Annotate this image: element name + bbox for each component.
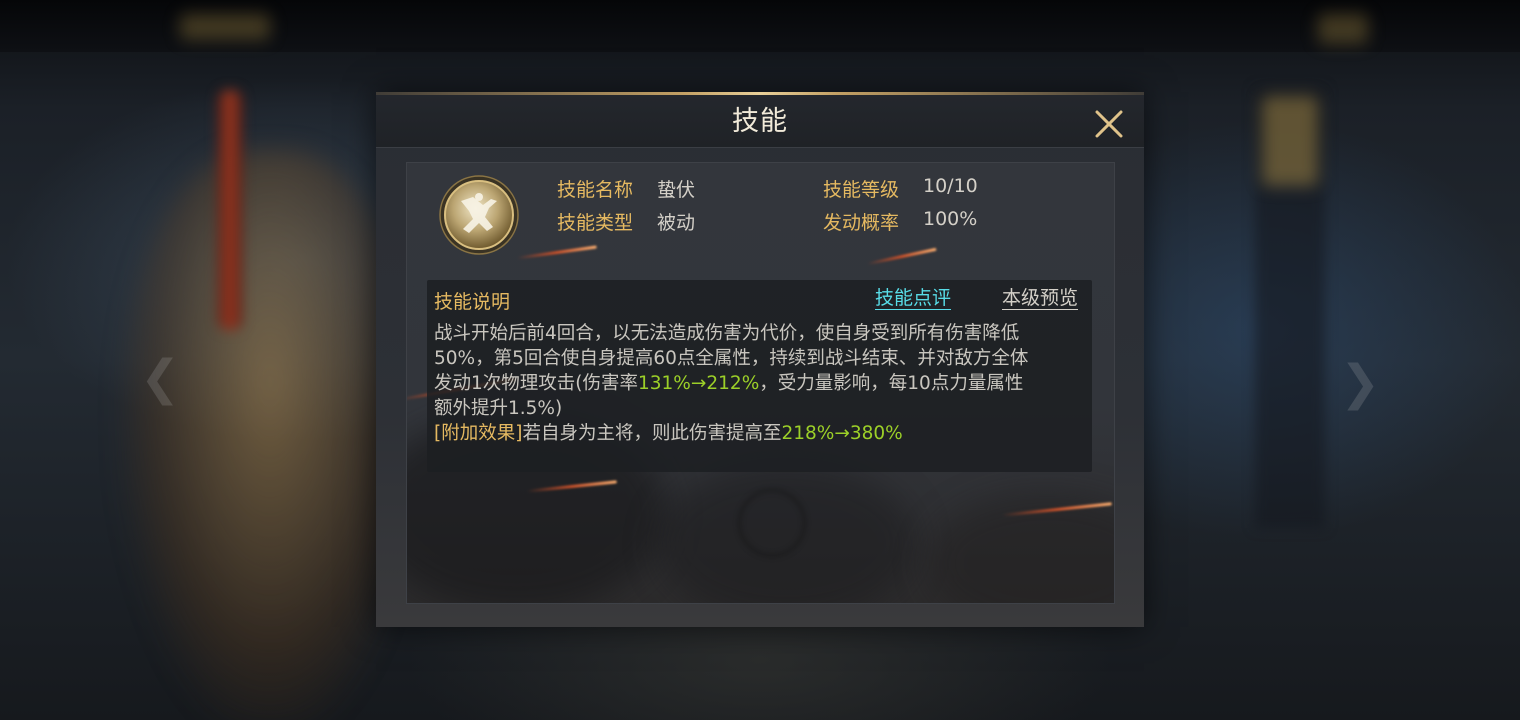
description-line: 50%，第5回合使自身提高60点全属性，持续到战斗结束、并对敌方全体 <box>434 348 1029 369</box>
skill-dialog: 技能 技能名称 蛰伏 技能等级 10/10 技能类型 被动 发动概率 100% … <box>376 92 1144 627</box>
ember-streak <box>867 247 937 266</box>
skill-name-value: 蛰伏 <box>657 179 696 201</box>
skill-level-label: 技能等级 <box>823 179 900 201</box>
skill-type-label: 技能类型 <box>557 212 634 234</box>
background-left-arrow-icon: ❮ <box>140 350 181 406</box>
skill-description-box: 技能说明 技能点评 本级预览 战斗开始后前4回合，以无法造成伤害为代价，使自身受… <box>427 280 1092 472</box>
description-line: 额外提升1.5%) <box>434 398 563 419</box>
dialog-top-gold-border <box>376 92 1144 95</box>
description-text-segment: ，受力量影响，每10点力量属性 <box>759 373 1024 394</box>
description-line: 战斗开始后前4回合，以无法造成伤害为代价，使自身受到所有伤害降低 <box>434 323 1020 344</box>
cart-wheel-silhouette <box>737 488 807 558</box>
dodge-figure-skill-icon <box>439 175 519 255</box>
description-line: [附加效果]若自身为主将，则此伤害提高至218%→380% <box>434 421 1084 446</box>
dialog-title: 技能 <box>732 106 788 136</box>
trigger-rate-label: 发动概率 <box>823 212 900 234</box>
description-text: 战斗开始后前4回合，以无法造成伤害为代价，使自身受到所有伤害降低 50%，第5回… <box>434 321 1084 446</box>
description-header: 技能说明 <box>434 291 511 313</box>
skill-content-panel: 技能名称 蛰伏 技能等级 10/10 技能类型 被动 发动概率 100% 技能说… <box>406 162 1115 604</box>
description-text-segment: 发动1次物理攻击(伤害率 <box>434 373 638 394</box>
background-banner-pole <box>218 90 242 330</box>
close-x-icon[interactable] <box>1092 107 1126 141</box>
skill-level-value: 10/10 <box>923 175 978 197</box>
smoke-decoration <box>927 493 1114 603</box>
description-line: 发动1次物理攻击(伤害率131%→212%，受力量影响，每10点力量属性 <box>434 371 1084 396</box>
skill-type-value: 被动 <box>657 212 696 234</box>
background-general-figure <box>120 150 420 720</box>
skill-review-link[interactable]: 技能点评 <box>875 287 952 310</box>
background-title-blur <box>180 14 270 40</box>
damage-rate-highlight: 131%→212% <box>638 373 760 394</box>
description-text-segment: 若自身为主将，则此伤害提高至 <box>522 423 782 444</box>
background-side-tab <box>1262 96 1318 186</box>
background-corner-blur <box>1318 14 1368 44</box>
trigger-rate-value: 100% <box>923 208 978 230</box>
background-right-arrow-icon: ❯ <box>1340 355 1381 411</box>
bonus-effect-tag: [附加效果] <box>434 423 523 444</box>
bonus-damage-highlight: 218%→380% <box>781 423 903 444</box>
skill-name-label: 技能名称 <box>557 179 634 201</box>
dialog-header: 技能 <box>376 95 1144 148</box>
ember-streak <box>517 245 597 260</box>
level-preview-link[interactable]: 本级预览 <box>1002 287 1079 310</box>
